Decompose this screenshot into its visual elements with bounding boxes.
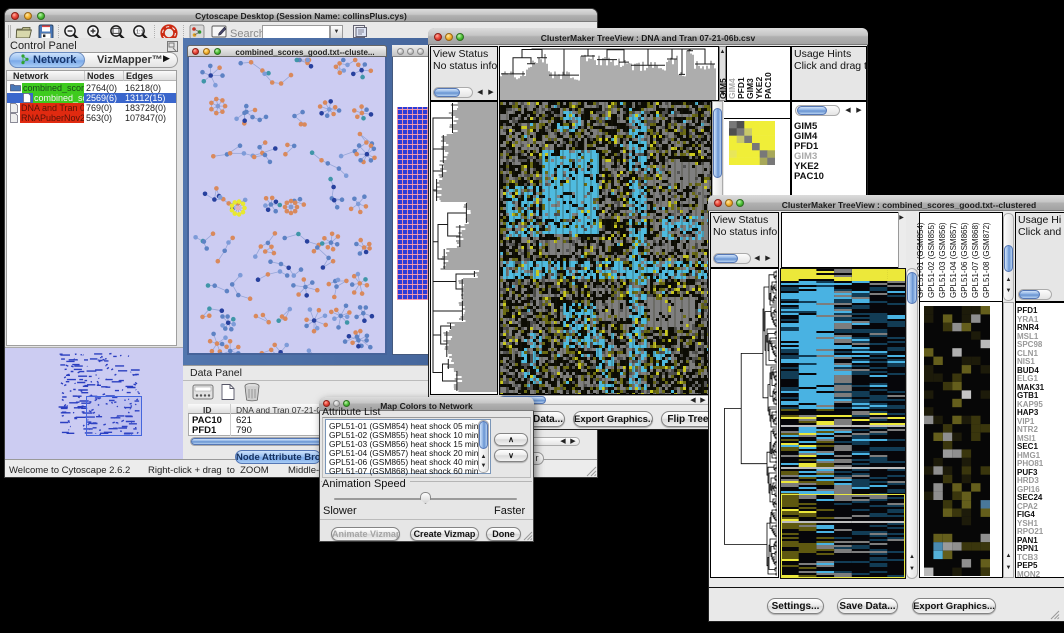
svg-text:1:1: 1:1	[136, 29, 144, 35]
